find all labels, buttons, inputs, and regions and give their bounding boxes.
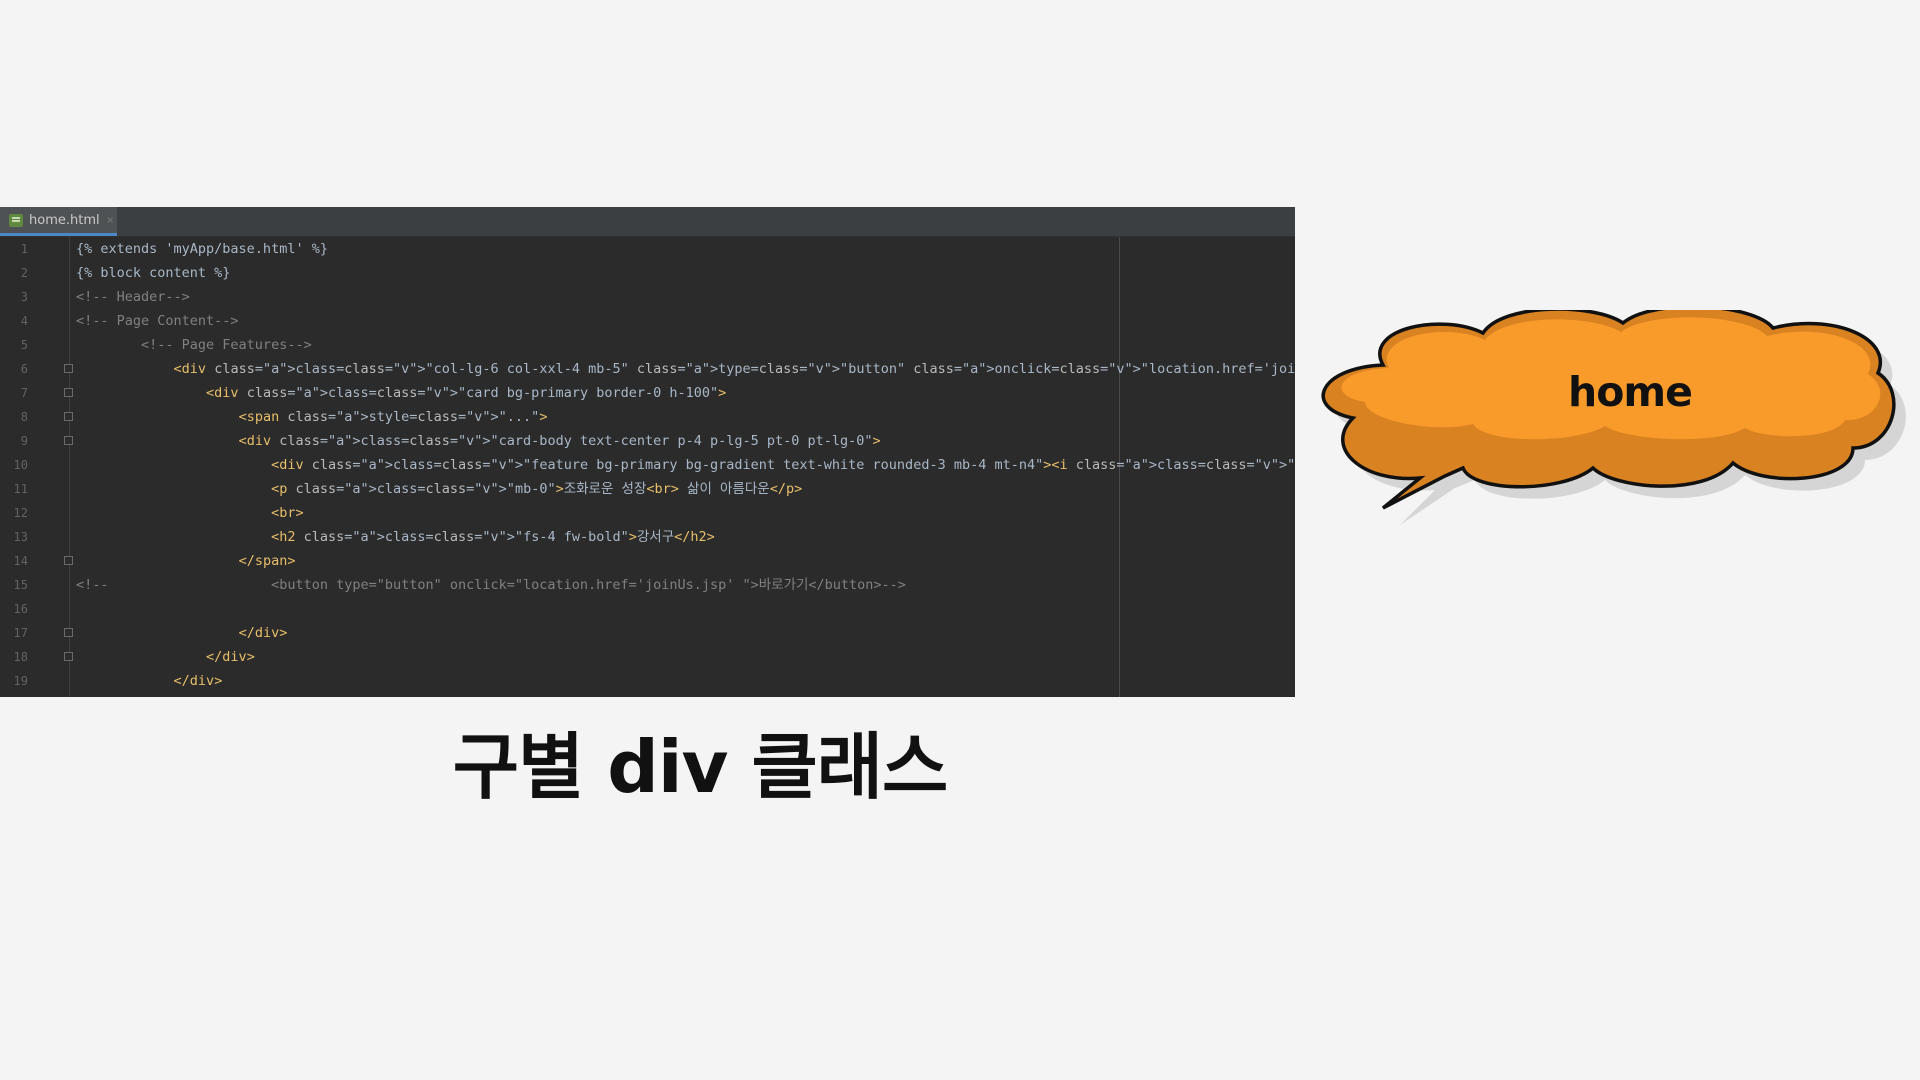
code-text: <!-- Header--> — [76, 289, 190, 305]
line-number: 10 — [13, 458, 28, 472]
code-line[interactable]: 13 <h2 class="a">class=class="v">"fs-4 f… — [0, 525, 1295, 549]
code-area[interactable]: 1 {% extends 'myApp/base.html' %} 2 {% bloc… — [0, 237, 1295, 697]
code-text: </div> — [238, 625, 288, 641]
fold-marker-icon[interactable] — [64, 652, 73, 661]
tab-label: home.html — [29, 212, 100, 228]
html-file-icon — [9, 213, 23, 227]
fold-marker-icon[interactable] — [64, 364, 73, 373]
code-text: <h2 class="a">class=class="v">"fs-4 fw-b… — [271, 529, 715, 545]
fold-marker-icon[interactable] — [64, 556, 73, 565]
code-text: <!-- <button type="button" onclick="loca… — [76, 577, 906, 593]
code-line[interactable]: 17 </div> — [0, 621, 1295, 645]
code-line[interactable]: 10 <div class="a">class=class="v">"featu… — [0, 453, 1295, 477]
code-line[interactable]: 6 <div class="a">class=class="v">"col-lg… — [0, 357, 1295, 381]
code-text: {% extends 'myApp/base.html' %} — [76, 241, 328, 257]
code-text: <br> — [271, 505, 304, 521]
slide-caption: 구별 div 클래스 — [452, 725, 949, 809]
code-line[interactable]: 12 <br> — [0, 501, 1295, 525]
line-number: 16 — [13, 602, 28, 616]
code-line[interactable]: 1 {% extends 'myApp/base.html' %} — [0, 237, 1295, 261]
line-number: 2 — [20, 266, 28, 280]
code-line[interactable]: 5 <!-- Page Features--> — [0, 333, 1295, 357]
code-text: <!-- Page Content--> — [76, 313, 239, 329]
close-icon[interactable]: × — [107, 213, 114, 227]
line-number: 4 — [20, 314, 28, 328]
line-number: 8 — [20, 410, 28, 424]
line-number: 3 — [20, 290, 28, 304]
fold-marker-icon[interactable] — [64, 436, 73, 445]
code-text: <!-- Page Features--> — [76, 337, 312, 353]
line-number: 13 — [13, 530, 28, 544]
code-text: </div> — [173, 673, 223, 689]
line-number: 14 — [13, 554, 28, 568]
code-line[interactable]: 8 <span class="a">style=class="v">"..."> — [0, 405, 1295, 429]
line-number: 17 — [13, 626, 28, 640]
code-text: {% block content %} — [76, 265, 231, 281]
code-text: </div> — [206, 649, 255, 665]
line-number: 7 — [20, 386, 28, 400]
code-text: <div class="a">class=class="v">"col-lg-6… — [173, 361, 1295, 377]
line-number: 1 — [20, 242, 28, 256]
code-line[interactable]: 9 <div class="a">class=class="v">"card-b… — [0, 429, 1295, 453]
code-line[interactable]: 11 <p class="a">class=class="v">"mb-0">조… — [0, 477, 1295, 501]
line-number: 11 — [13, 482, 28, 496]
code-line[interactable]: 7 <div class="a">class=class="v">"card b… — [0, 381, 1295, 405]
fold-marker-icon[interactable] — [64, 412, 73, 421]
code-text: </span> — [238, 553, 296, 569]
line-number: 5 — [20, 338, 28, 352]
callout-label: home — [1568, 368, 1693, 416]
fold-marker-icon[interactable] — [64, 388, 73, 397]
callout-cloud — [1321, 310, 1906, 525]
code-text: <div class="a">class=class="v">"card-bod… — [238, 433, 881, 449]
line-number: 6 — [20, 362, 28, 376]
fold-marker-icon[interactable] — [64, 628, 73, 637]
code-line[interactable]: 2 {% block content %} — [0, 261, 1295, 285]
code-text: <div class="a">class=class="v">"card bg-… — [206, 385, 727, 401]
line-number: 12 — [13, 506, 28, 520]
code-line[interactable]: 18 </div> — [0, 645, 1295, 669]
code-line[interactable]: 16 — [0, 597, 1295, 621]
code-editor[interactable]: home.html × 1 {% extends 'myApp/base.html… — [0, 207, 1295, 697]
code-line[interactable]: 4 <!-- Page Content--> — [0, 309, 1295, 333]
code-line[interactable]: 3 <!-- Header--> — [0, 285, 1295, 309]
code-line[interactable]: 19 </div> — [0, 669, 1295, 693]
code-text: <div class="a">class=class="v">"feature … — [271, 457, 1295, 473]
line-number: 15 — [13, 578, 28, 592]
code-text: <p class="a">class=class="v">"mb-0">조화로운… — [271, 481, 803, 497]
code-text: <span class="a">style=class="v">"..."> — [238, 409, 548, 425]
tab-home-html[interactable]: home.html × — [0, 207, 117, 236]
line-number: 19 — [13, 674, 28, 688]
line-number: 18 — [13, 650, 28, 664]
editor-tab-bar: home.html × — [0, 207, 1295, 237]
line-number: 9 — [20, 434, 28, 448]
code-line[interactable]: 15 <!-- <button type="button" onclick="lo… — [0, 573, 1295, 597]
code-line[interactable]: 14 </span> — [0, 549, 1295, 573]
